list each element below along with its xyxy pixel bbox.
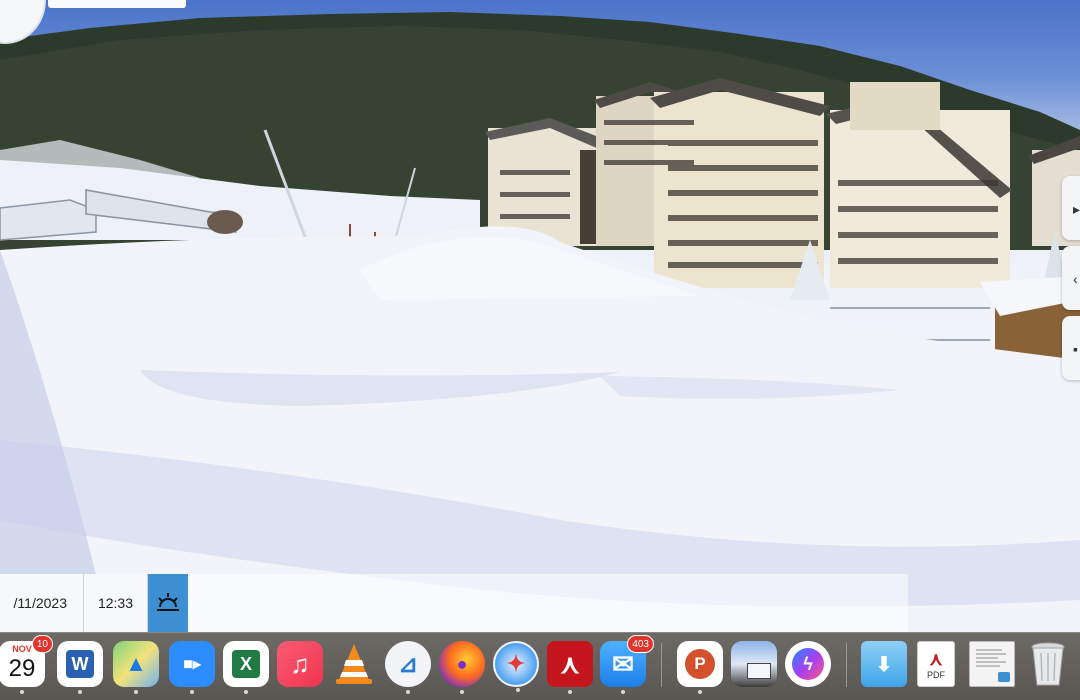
preview-icon: ⊿ — [397, 650, 419, 678]
running-indicator — [698, 690, 702, 694]
dock-app-photo-preview[interactable] — [731, 641, 777, 687]
dock-app-powerpoint[interactable]: P — [677, 641, 723, 694]
running-indicator — [134, 690, 138, 694]
dock-downloads-folder[interactable]: ⬇ — [861, 641, 907, 687]
dock-app-word[interactable]: W — [57, 641, 103, 694]
webcam-title-strip — [48, 0, 186, 8]
dock-divider — [661, 643, 662, 687]
vlc-cone-icon — [336, 644, 372, 684]
photo-thumbnail-icon — [747, 663, 771, 679]
menu-icon: ▪ — [1073, 341, 1078, 357]
webcam-date: /11/2023 — [0, 574, 84, 632]
zoom-icon: ■▸ — [183, 656, 201, 673]
firefox-icon: ● — [456, 653, 468, 674]
excel-icon: X — [232, 650, 260, 678]
sunrise-glyph — [157, 593, 179, 611]
mail-icon: ✉ — [612, 648, 634, 679]
webcam-time: 12:33 — [84, 574, 148, 632]
safari-compass-icon: ✦ — [506, 651, 526, 676]
dock-trash[interactable] — [1025, 641, 1071, 687]
side-tab-more[interactable]: ▪ — [1062, 316, 1080, 380]
chevron-left-icon: ‹ — [1073, 271, 1078, 287]
dock-app-vlc[interactable] — [331, 641, 377, 687]
ski-resort-illustration — [0, 12, 1080, 632]
running-indicator — [78, 690, 82, 694]
music-icon: ♫ — [290, 648, 310, 679]
running-indicator — [406, 690, 410, 694]
download-icon: ⬇ — [875, 653, 893, 676]
pdf-label: PDF — [927, 669, 945, 680]
dock-divider — [846, 643, 847, 687]
word-icon: W — [66, 650, 94, 678]
dock-pdf-document[interactable]: ⋏ PDF — [917, 641, 955, 687]
mail-badge: 403 — [627, 635, 654, 653]
side-tab-next[interactable]: ▸ — [1062, 176, 1080, 240]
dock-app-safari[interactable]: ✦ — [493, 641, 539, 692]
side-tab-prev[interactable]: ‹ — [1062, 246, 1080, 310]
running-indicator — [190, 690, 194, 694]
running-indicator — [460, 690, 464, 694]
dock-app-music[interactable]: ♫ — [277, 641, 323, 687]
document-thumbnail-icon — [976, 649, 1010, 682]
powerpoint-icon: P — [685, 649, 715, 679]
calendar-badge: 10 — [31, 635, 53, 653]
pdf-glyph-icon: ⋏ — [929, 648, 943, 669]
dock-app-calendar[interactable]: NOV 29 10 — [0, 635, 53, 694]
maps-icon: ▲ — [125, 651, 147, 676]
dock-app-preview[interactable]: ⊿ — [385, 641, 431, 694]
dock-app-zoom[interactable]: ■▸ — [169, 641, 215, 694]
chevron-right-icon: ▸ — [1073, 201, 1080, 217]
dock-app-messenger[interactable]: ϟ — [785, 641, 831, 687]
messenger-icon: ϟ — [792, 648, 824, 680]
acrobat-icon: ⋏ — [560, 648, 580, 679]
dock: NOV 29 10 W ▲ ■▸ X ♫ ⊿ ● ✦ ⋏ ✉ 403 P ϟ ⬇… — [0, 632, 1080, 700]
running-indicator — [20, 690, 24, 694]
dock-app-mail[interactable]: ✉ 403 — [600, 635, 654, 694]
webcam-info-bar: /11/2023 12:33 — [0, 574, 908, 632]
running-indicator — [568, 690, 572, 694]
running-indicator — [244, 690, 248, 694]
dock-app-maps[interactable]: ▲ — [113, 641, 159, 694]
webcam-image: ▸ ‹ ▪ — [0, 0, 1080, 632]
info-bar-spacer — [188, 574, 908, 632]
running-indicator — [516, 688, 520, 692]
dock-app-acrobat[interactable]: ⋏ — [547, 641, 593, 694]
dock-document[interactable] — [969, 641, 1015, 687]
calendar-day: 29 — [8, 655, 36, 682]
trash-icon — [1031, 642, 1065, 686]
dock-app-firefox[interactable]: ● — [439, 641, 485, 694]
running-indicator — [621, 690, 625, 694]
sunrise-icon[interactable] — [148, 574, 188, 632]
dock-app-excel[interactable]: X — [223, 641, 269, 694]
